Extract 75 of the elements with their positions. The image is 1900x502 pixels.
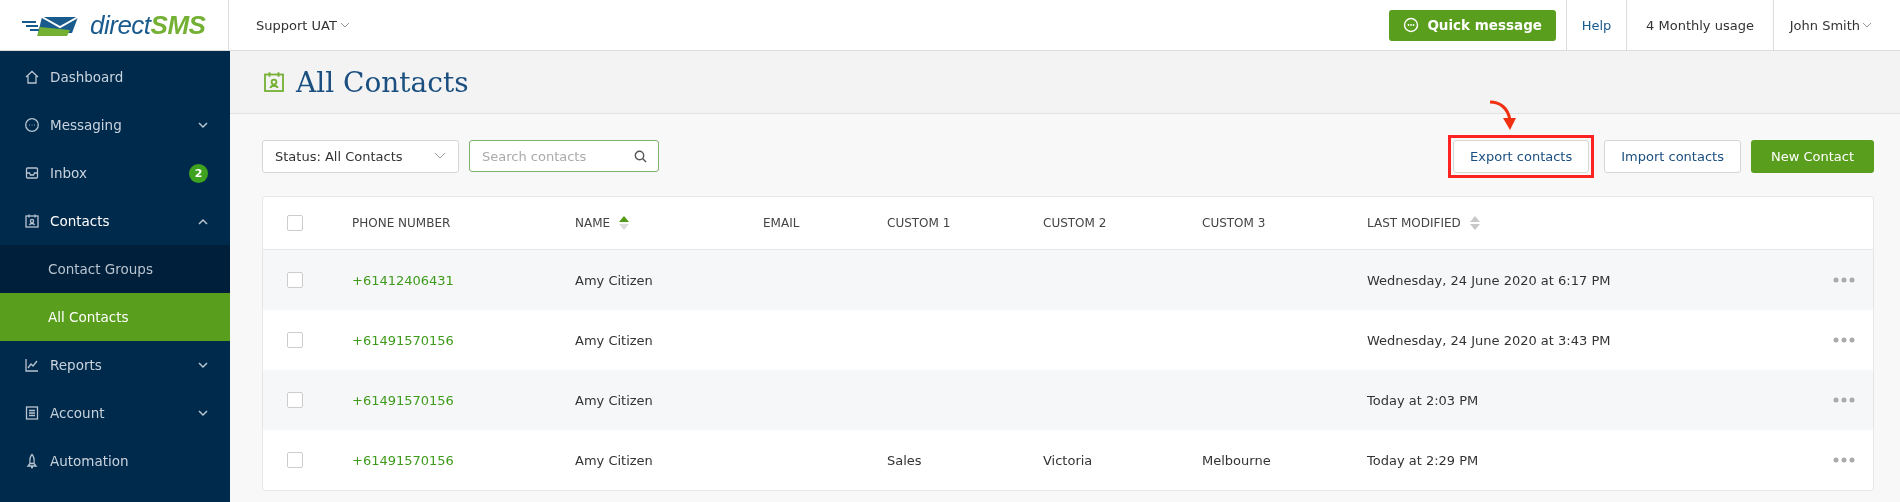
sidebar-label: Dashboard <box>50 69 125 85</box>
table-cell: Victoria <box>1043 452 1093 468</box>
column-header: CUSTOM 2 <box>1043 216 1107 230</box>
sidebar-label: Automation <box>50 453 130 469</box>
brand-name: directSMS <box>90 9 206 41</box>
sidebar-item[interactable]: Reports <box>0 341 230 389</box>
more-icon[interactable] <box>1833 457 1855 463</box>
status-dropdown[interactable]: Status: All Contacts <box>262 139 459 173</box>
more-icon[interactable] <box>1833 277 1855 283</box>
column-header: PHONE NUMBER <box>352 216 451 230</box>
account-dropdown[interactable]: Support UAT <box>256 17 350 33</box>
chart-icon <box>24 357 40 373</box>
chat-icon <box>24 117 40 133</box>
rocket-icon <box>24 453 40 469</box>
column-header[interactable]: NAME <box>575 216 611 230</box>
chevron-icon <box>339 21 350 29</box>
sidebar-item[interactable]: Automation <box>0 437 230 485</box>
table-cell: Melbourne <box>1202 452 1271 468</box>
sidebar-label: Account <box>50 405 106 421</box>
table-cell: Today at 2:29 PM <box>1367 452 1479 468</box>
table-cell: Today at 2:03 PM <box>1367 392 1479 408</box>
home-icon <box>24 69 40 85</box>
sidebar-label: Contacts <box>50 213 111 229</box>
list-icon <box>24 405 40 421</box>
sidebar-label: Messaging <box>50 117 123 133</box>
column-header: CUSTOM 1 <box>887 216 951 230</box>
search-icon <box>634 150 647 163</box>
table-cell: Amy Citizen <box>575 272 653 288</box>
chevron-icon <box>1862 21 1872 29</box>
column-header[interactable]: LAST MODIFIED <box>1367 216 1461 230</box>
chevron-icon <box>434 152 446 160</box>
chevron-icon <box>198 409 208 417</box>
sidebar-item[interactable]: Contacts <box>0 197 230 245</box>
table-cell: Amy Citizen <box>575 392 653 408</box>
row-checkbox[interactable] <box>287 332 303 348</box>
inbox-icon <box>24 165 40 181</box>
search-field[interactable]: Search contacts <box>469 140 659 172</box>
page-title: All Contacts <box>296 65 469 99</box>
user-menu[interactable]: John Smith <box>1773 0 1900 50</box>
table-cell: Wednesday, 24 June 2020 at 3:43 PM <box>1367 332 1611 348</box>
logo[interactable]: directSMS <box>0 0 229 50</box>
sidebar-label: Inbox <box>50 165 88 181</box>
sidebar-item[interactable]: Dashboard <box>0 53 230 101</box>
count-badge: 2 <box>189 163 208 183</box>
chat-icon <box>1403 17 1420 33</box>
phone-link[interactable]: +61491570156 <box>352 452 454 468</box>
monthly-usage-link[interactable]: 4 Monthly usage <box>1626 0 1773 50</box>
chevron-icon <box>198 361 208 369</box>
column-header: CUSTOM 3 <box>1202 216 1266 230</box>
table-cell: Amy Citizen <box>575 452 653 468</box>
sidebar-item[interactable]: Inbox 2 <box>0 149 230 197</box>
column-header: EMAIL <box>763 216 800 230</box>
row-checkbox[interactable] <box>287 392 303 408</box>
export-button[interactable]: Export contacts <box>1453 139 1590 173</box>
table-cell: Sales <box>887 452 922 468</box>
select-all-checkbox[interactable] <box>287 215 303 231</box>
sort-icon[interactable] <box>1468 215 1481 231</box>
sidebar-label: Reports <box>50 357 103 373</box>
more-icon[interactable] <box>1833 397 1855 403</box>
row-checkbox[interactable] <box>287 452 303 468</box>
row-checkbox[interactable] <box>287 272 303 288</box>
contacts-icon <box>24 213 40 229</box>
sidebar-item[interactable]: Messaging <box>0 101 230 149</box>
sort-icon[interactable] <box>618 215 631 231</box>
more-icon[interactable] <box>1833 337 1855 343</box>
sidebar-item[interactable]: Account <box>0 389 230 437</box>
table-cell: Amy Citizen <box>575 332 653 348</box>
help-link[interactable]: Help <box>1566 0 1626 50</box>
chevron-icon <box>198 121 208 129</box>
phone-link[interactable]: +61491570156 <box>352 332 454 348</box>
import-button[interactable]: Import contacts <box>1604 139 1741 173</box>
contacts-icon <box>262 70 286 94</box>
table-cell: Wednesday, 24 June 2020 at 6:17 PM <box>1367 272 1611 288</box>
sidebar-subitem[interactable]: Contact Groups <box>0 245 230 293</box>
chevron-icon <box>198 217 208 225</box>
